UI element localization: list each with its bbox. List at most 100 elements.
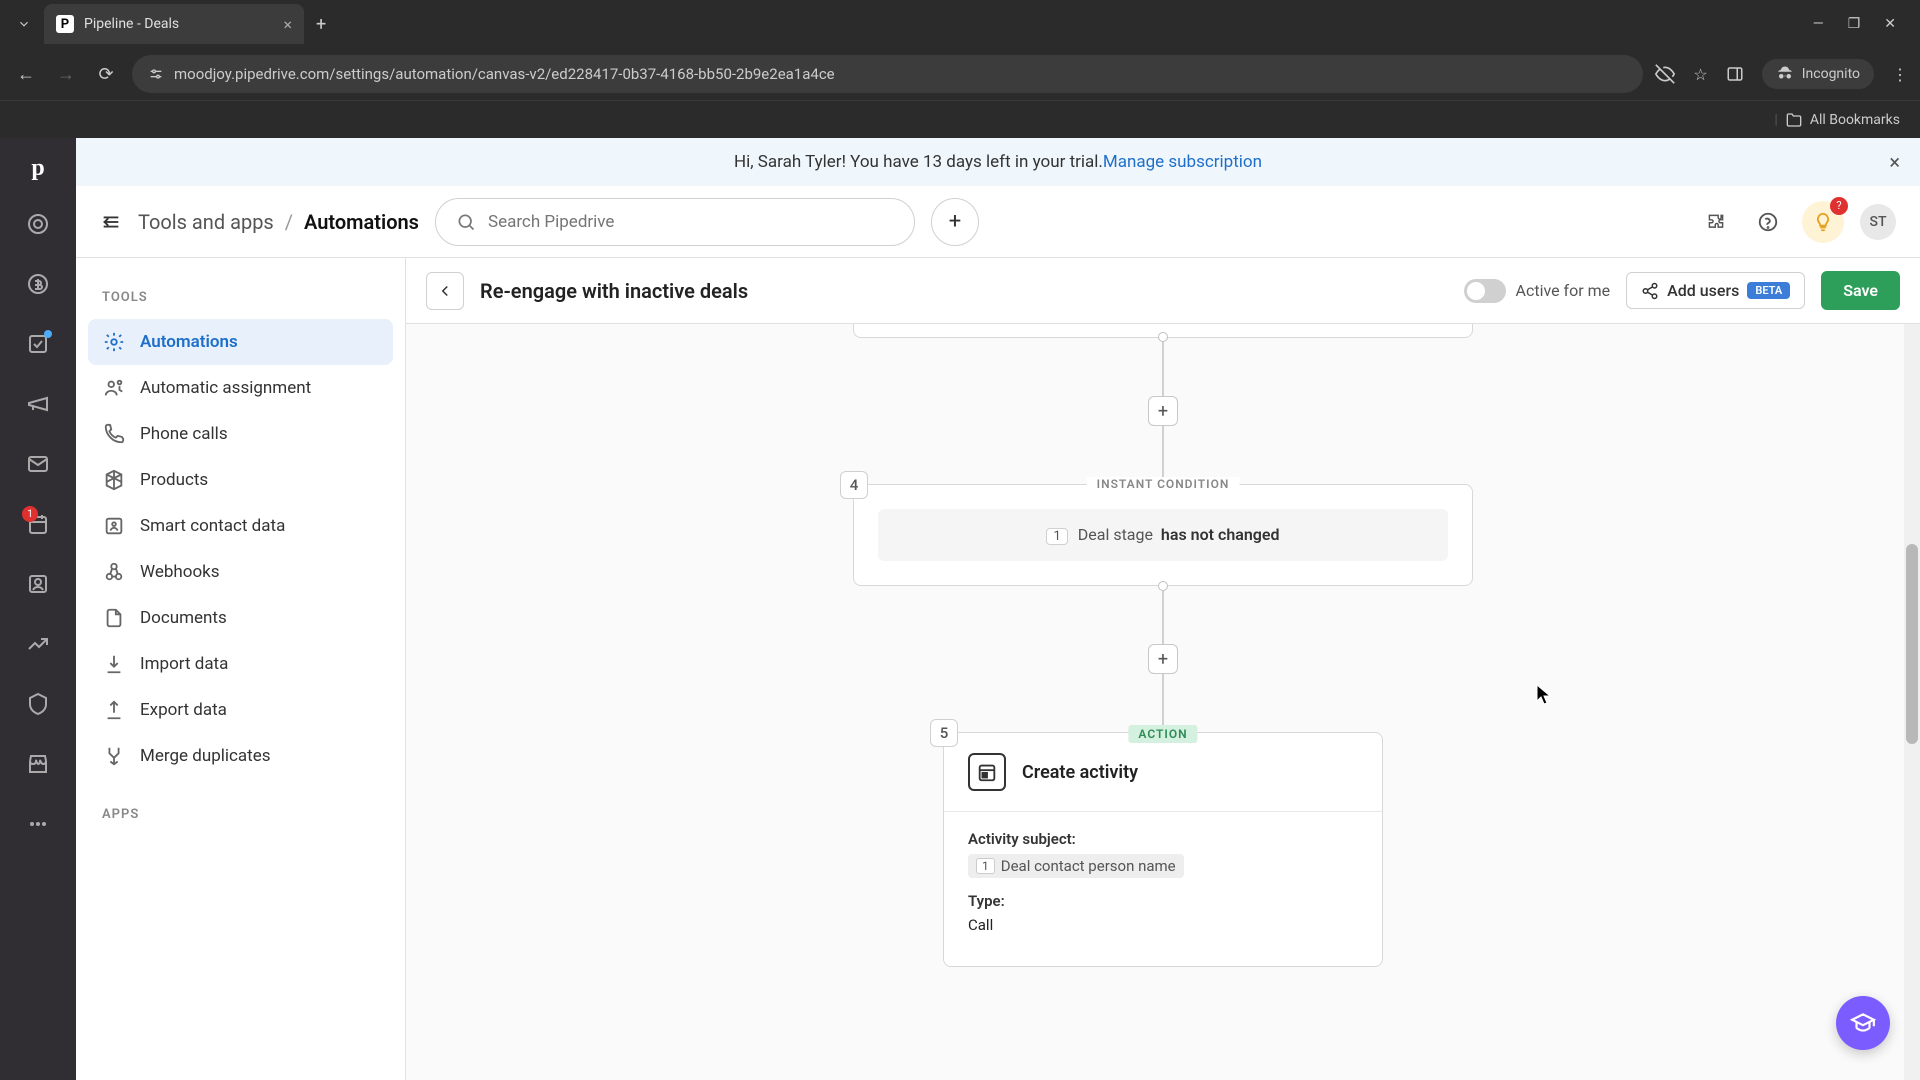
add-step-button[interactable]: +	[1148, 396, 1178, 426]
sidebar-item-export-data[interactable]: Export data	[88, 687, 393, 733]
card-type-label: ACTION	[1128, 725, 1197, 743]
share-icon	[1641, 282, 1659, 300]
sidebar-label: Import data	[140, 654, 228, 674]
sidebar-item-merge-duplicates[interactable]: Merge duplicates	[88, 733, 393, 779]
help-icon[interactable]	[1750, 204, 1786, 240]
add-users-button[interactable]: Add users BETA	[1626, 272, 1805, 309]
rail-activities-icon[interactable]: 1	[18, 504, 58, 544]
field-label-type: Type:	[968, 892, 1358, 910]
sidebar-item-products[interactable]: Products	[88, 457, 393, 503]
sidebar-heading-tools: TOOLS	[88, 282, 393, 319]
new-tab-button[interactable]: +	[316, 14, 326, 35]
rail-products-icon[interactable]	[18, 684, 58, 724]
close-banner-icon[interactable]: ×	[1889, 150, 1900, 174]
manage-subscription-link[interactable]: Manage subscription	[1103, 152, 1262, 172]
sales-assistant-icon[interactable]: ?	[1802, 201, 1844, 243]
extensions-icon[interactable]	[1698, 204, 1734, 240]
learn-fab[interactable]	[1836, 996, 1890, 1050]
side-panel-icon[interactable]	[1726, 65, 1744, 83]
sidebar-label: Export data	[140, 700, 227, 720]
condition-card[interactable]: 4 INSTANT CONDITION 1 Deal stage has not…	[853, 484, 1473, 586]
pipedrive-logo[interactable]: p	[22, 152, 54, 184]
step-number: 4	[840, 471, 868, 499]
webhooks-icon	[102, 561, 126, 583]
condition-field: Deal stage	[1078, 525, 1153, 544]
scroll-thumb[interactable]	[1906, 544, 1918, 744]
sidebar-item-automations[interactable]: Automations	[88, 319, 393, 365]
trial-banner: Hi, Sarah Tyler! You have 13 days left i…	[76, 138, 1920, 186]
user-avatar[interactable]: ST	[1860, 204, 1896, 240]
sidebar-label: Automatic assignment	[140, 378, 311, 398]
incognito-badge[interactable]: Incognito	[1762, 59, 1874, 89]
rail-marketplace-icon[interactable]	[18, 744, 58, 784]
sidebar-item-webhooks[interactable]: Webhooks	[88, 549, 393, 595]
sidebar-label: Products	[140, 470, 208, 490]
sidebar-item-import-data[interactable]: Import data	[88, 641, 393, 687]
collapse-sidebar-icon[interactable]	[100, 211, 122, 233]
breadcrumb-current: Automations	[304, 210, 419, 234]
phone-icon	[102, 423, 126, 445]
reference-number: 1	[1046, 528, 1067, 545]
rail-projects-icon[interactable]	[18, 324, 58, 364]
mouse-cursor	[1536, 684, 1552, 706]
search-icon	[456, 212, 476, 232]
site-settings-icon[interactable]	[148, 66, 164, 82]
breadcrumb-sep: /	[285, 210, 293, 234]
assignment-icon	[102, 377, 126, 399]
back-button[interactable]	[426, 272, 464, 310]
close-tab-icon[interactable]: ×	[283, 15, 292, 34]
sidebar-label: Merge duplicates	[140, 746, 271, 766]
bookmark-star-icon[interactable]: ☆	[1693, 65, 1707, 84]
automation-title[interactable]: Re-engage with inactive deals	[480, 279, 748, 303]
back-icon[interactable]: ←	[12, 64, 40, 85]
calendar-activity-icon	[968, 753, 1006, 791]
rail-campaigns-icon[interactable]	[18, 384, 58, 424]
rail-insights-icon[interactable]	[18, 624, 58, 664]
automation-canvas[interactable]: + 4 INSTANT CONDITION 1 Deal stage has n…	[406, 324, 1920, 1080]
pipedrive-favicon: P	[56, 15, 74, 33]
add-step-button[interactable]: +	[1148, 644, 1178, 674]
sidebar-label: Smart contact data	[140, 516, 285, 536]
sidebar-label: Phone calls	[140, 424, 228, 444]
vertical-scrollbar[interactable]	[1904, 324, 1920, 1080]
sidebar-item-smart-contact-data[interactable]: Smart contact data	[88, 503, 393, 549]
sidebar-item-automatic-assignment[interactable]: Automatic assignment	[88, 365, 393, 411]
url-text: moodjoy.pipedrive.com/settings/automatio…	[174, 65, 835, 83]
address-bar[interactable]: moodjoy.pipedrive.com/settings/automatio…	[132, 55, 1643, 93]
chrome-menu-icon[interactable]: ⋮	[1892, 65, 1908, 84]
all-bookmarks-link[interactable]: All Bookmarks	[1810, 112, 1900, 128]
documents-icon	[102, 607, 126, 629]
rail-contacts-icon[interactable]	[18, 564, 58, 604]
sidebar-label: Automations	[140, 332, 238, 352]
tab-list-dropdown[interactable]	[8, 8, 40, 40]
rail-deals-icon[interactable]	[18, 264, 58, 304]
browser-tab[interactable]: P Pipeline - Deals ×	[44, 4, 304, 44]
eye-off-icon[interactable]	[1655, 64, 1675, 84]
reload-icon[interactable]: ⟳	[92, 64, 120, 85]
trial-text: Hi, Sarah Tyler! You have 13 days left i…	[734, 152, 1103, 172]
search-input[interactable]	[435, 198, 915, 246]
maximize-icon[interactable]: ❐	[1848, 16, 1861, 32]
condition-summary: 1 Deal stage has not changed	[878, 509, 1448, 561]
breadcrumb: Tools and apps / Automations	[138, 210, 419, 234]
rail-more-icon[interactable]	[18, 804, 58, 844]
sidebar-item-documents[interactable]: Documents	[88, 595, 393, 641]
active-toggle[interactable]	[1464, 279, 1506, 303]
forward-icon: →	[52, 64, 80, 85]
merge-icon	[102, 745, 126, 767]
connector-dot	[1158, 332, 1168, 342]
previous-step-card[interactable]	[853, 324, 1473, 338]
type-value: Call	[968, 916, 1358, 934]
close-window-icon[interactable]: ✕	[1884, 16, 1896, 32]
connector-dot	[1158, 581, 1168, 591]
rail-leads-icon[interactable]	[18, 204, 58, 244]
quick-add-button[interactable]: +	[931, 198, 979, 246]
action-card[interactable]: 5 ACTION Create activity Activity sub	[943, 732, 1383, 967]
settings-sidebar: TOOLS Automations Automatic assignment P…	[76, 258, 406, 1080]
breadcrumb-parent[interactable]: Tools and apps	[138, 210, 274, 234]
sidebar-item-phone-calls[interactable]: Phone calls	[88, 411, 393, 457]
save-button[interactable]: Save	[1821, 271, 1900, 310]
rail-mail-icon[interactable]	[18, 444, 58, 484]
search-field[interactable]	[488, 212, 894, 232]
minimize-icon[interactable]: —	[1813, 16, 1824, 32]
